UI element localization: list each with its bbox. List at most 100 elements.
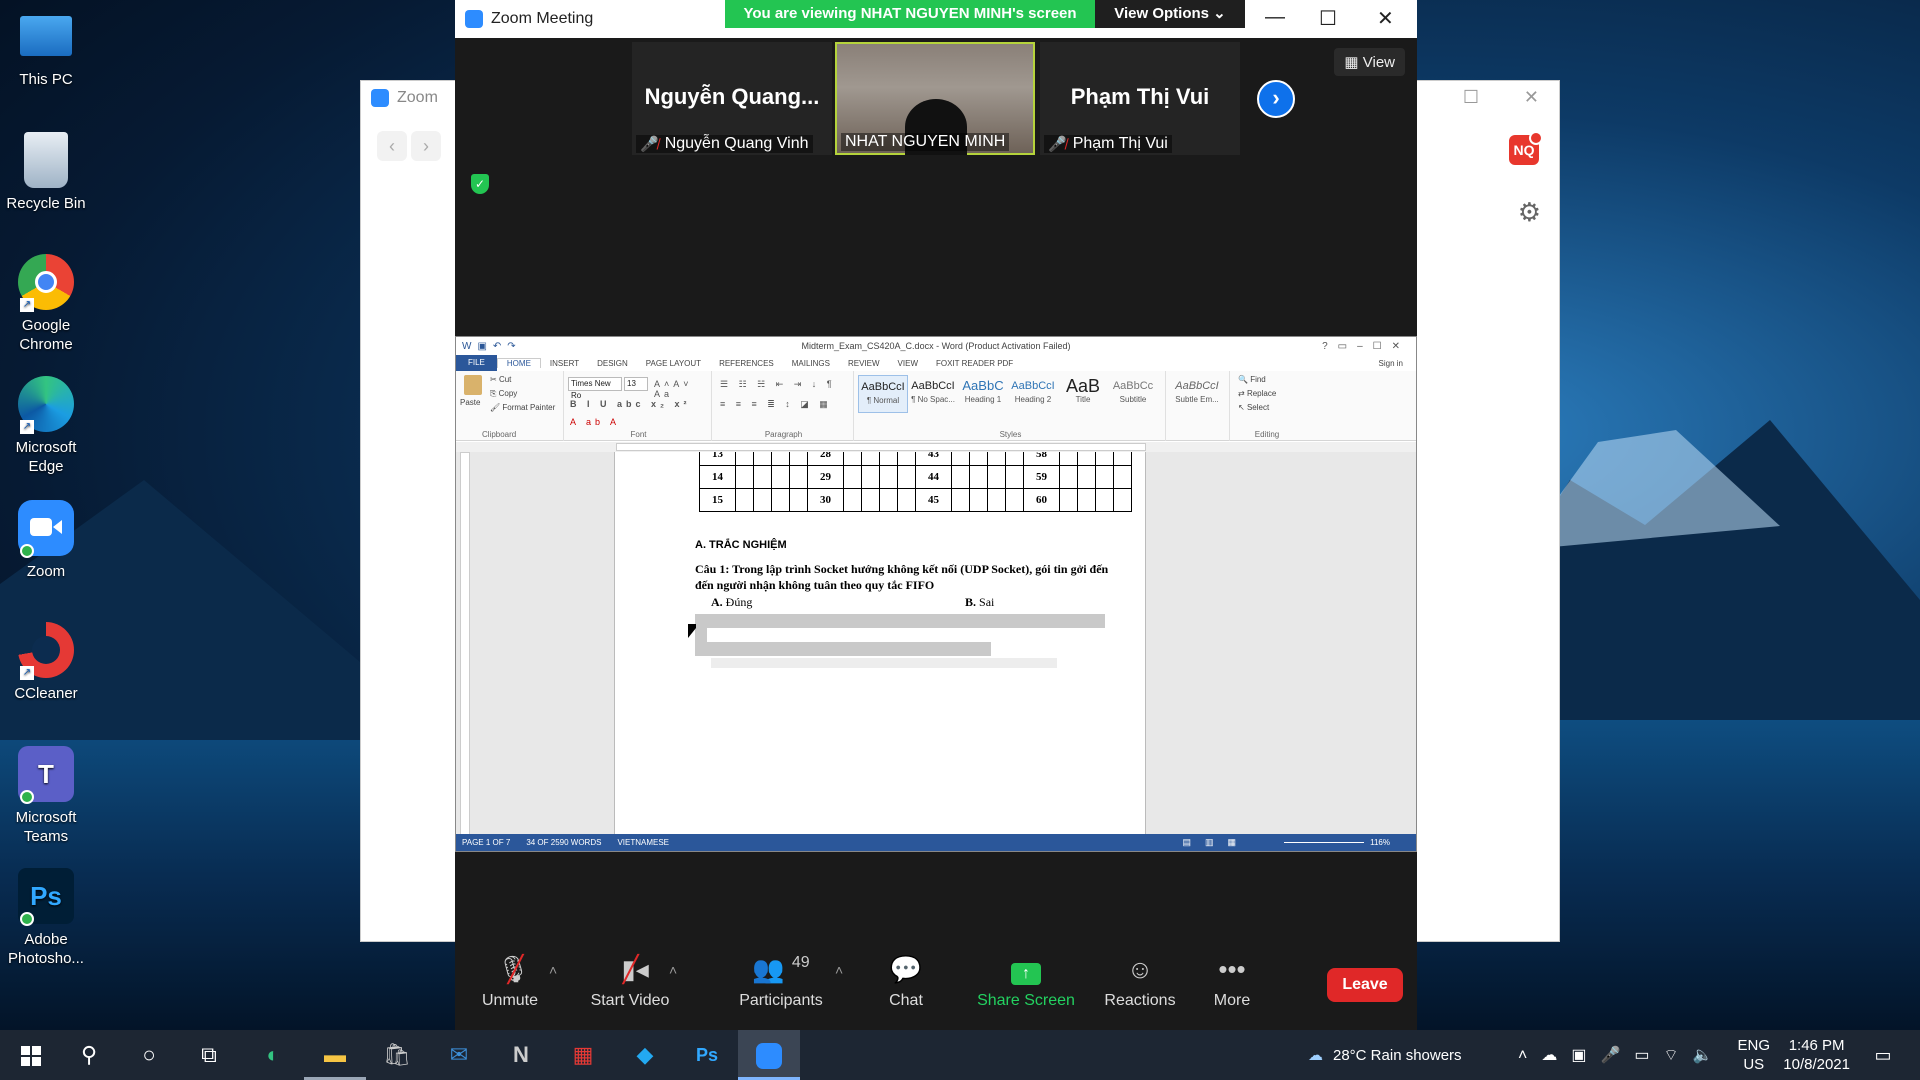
taskbar-ccleaner-icon[interactable]: ▦ [552, 1030, 614, 1080]
participant-tile[interactable]: Phạm Thị Vui 🎤̸ Phạm Thị Vui [1040, 42, 1240, 155]
search-icon[interactable]: ⚲ [58, 1030, 120, 1080]
desktop-icon-this-pc[interactable]: This PC [6, 10, 86, 89]
windows-logo-icon [21, 1046, 41, 1067]
avatar[interactable]: NQ [1509, 131, 1543, 165]
desktop-icon-zoom[interactable]: Zoom [6, 500, 86, 581]
font-size-select[interactable]: 13 [624, 377, 648, 391]
chat-button[interactable]: 💬 Chat [871, 940, 941, 1030]
desktop-icon-recycle-bin[interactable]: Recycle Bin [6, 132, 86, 213]
system-tray-icons[interactable]: ˄☁▣🎤▭⌔🔈 [1518, 1030, 1726, 1080]
input-language[interactable]: ENG US [1737, 1036, 1770, 1074]
question-1: Câu 1: Trong lập trình Socket hướng khôn… [695, 562, 1109, 592]
participant-tile-active[interactable]: NHAT NGUYEN MINH [835, 42, 1035, 155]
tab-file[interactable]: FILE [456, 355, 497, 371]
clock[interactable]: 1:46 PM 10/8/2021 [1783, 1036, 1850, 1074]
tab-review[interactable]: REVIEW [839, 359, 889, 368]
taskbar-zoom-icon[interactable] [738, 1030, 800, 1080]
replace-button[interactable]: ⇄ Replace [1238, 389, 1276, 398]
find-button[interactable]: 🔍 Find [1238, 375, 1266, 384]
style-title[interactable]: AaB Title [1058, 375, 1108, 413]
tab-page-layout[interactable]: PAGE LAYOUT [637, 359, 710, 368]
desktop-icon-microsoft-edge[interactable]: ↗ Microsoft Edge [6, 376, 86, 476]
style-no-spacing[interactable]: AaBbCcI ¶ No Spac... [908, 375, 958, 413]
minimize-button[interactable]: — [1265, 6, 1285, 29]
participant-name-label: 🎤̸ Phạm Thị Vui [1044, 135, 1172, 153]
close-button[interactable]: ✕ [1377, 6, 1394, 31]
mouse-cursor-icon [688, 624, 696, 638]
meeting-title: Zoom Meeting [491, 10, 594, 27]
maximize-button[interactable]: ☐ [1319, 6, 1337, 31]
tab-insert[interactable]: INSERT [541, 359, 588, 368]
ribbon: Paste ✂ Cut ⎘ Copy 🖌 Format Painter Clip… [456, 371, 1416, 441]
notification-center-icon[interactable]: ▭ [1852, 1030, 1914, 1080]
tab-design[interactable]: DESIGN [588, 359, 637, 368]
participants-options-chevron-icon[interactable]: ˄ [835, 962, 843, 978]
desktop-icon-microsoft-teams[interactable]: T Microsoft Teams [6, 746, 86, 846]
forward-button[interactable]: › [411, 131, 441, 161]
font-name-select[interactable]: Times New Ro [568, 377, 622, 400]
tab-home[interactable]: HOME [496, 358, 541, 368]
reactions-button[interactable]: ☺ Reactions [1095, 940, 1185, 1030]
leave-button[interactable]: Leave [1327, 968, 1403, 1002]
taskbar-photoshop-icon[interactable]: Ps [676, 1030, 738, 1080]
style-heading-1[interactable]: AaBbC Heading 1 [958, 375, 1008, 413]
alignment-buttons[interactable]: ≡ ≡ ≡ ≣ ↕ ◪ ▦ [720, 399, 832, 410]
paste-button[interactable]: Paste [460, 398, 480, 407]
format-painter-button[interactable]: 🖌 Format Painter [490, 403, 555, 412]
tab-foxit-reader-pdf[interactable]: FOXIT READER PDF [927, 359, 1022, 368]
sign-in-link[interactable]: Sign in [1370, 359, 1412, 368]
style-subtitle[interactable]: AaBbCc Subtitle [1108, 375, 1158, 413]
task-view-icon[interactable]: ⧉ [178, 1030, 240, 1080]
participants-icon: 👥 49 [752, 954, 810, 984]
style-heading-2[interactable]: AaBbCcI Heading 2 [1008, 375, 1058, 413]
tab-mailings[interactable]: MAILINGS [783, 359, 839, 368]
tab-references[interactable]: REFERENCES [710, 359, 783, 368]
maximize-button[interactable]: ☐ [1463, 87, 1479, 108]
participant-tile[interactable]: Nguyễn Quang... 🎤̸ Nguyễn Quang Vinh [632, 42, 832, 155]
view-button[interactable]: ▦ View [1334, 48, 1405, 76]
participants-button[interactable]: 👥 49 Participants [731, 940, 831, 1030]
taskbar-file-explorer-icon[interactable]: ▬ [304, 1030, 366, 1080]
share-screen-button[interactable]: ↑ Share Screen [972, 940, 1080, 1030]
font-format-buttons[interactable]: A˄A˅ Aa [654, 379, 711, 399]
start-button[interactable] [0, 1030, 62, 1080]
document-area: 13 28 43 58 14 29 44 59 15 30 45 60 A. T… [456, 452, 1416, 836]
next-page-arrow-icon[interactable]: › [1257, 80, 1295, 118]
video-options-chevron-icon[interactable]: ˄ [669, 962, 677, 978]
taskbar-notion-icon[interactable]: N [490, 1030, 552, 1080]
view-options-button[interactable]: View Options ⌄ [1095, 0, 1245, 28]
more-button[interactable]: ••• More [1197, 940, 1267, 1030]
gear-icon[interactable]: ⚙ [1518, 197, 1541, 228]
text-effect-buttons[interactable]: A ab A [570, 417, 620, 427]
taskbar-store-icon[interactable]: 🛍 [366, 1030, 428, 1080]
grid-icon: ▦ [1344, 54, 1359, 71]
desktop-icon-ccleaner[interactable]: ↗ CCleaner [6, 622, 86, 703]
cut-button[interactable]: ✂ Cut [490, 375, 511, 384]
paste-icon[interactable] [464, 375, 482, 395]
close-button[interactable]: ✕ [1524, 87, 1539, 108]
start-video-button[interactable]: ▮◂╱ Start Video [585, 940, 675, 1030]
list-buttons[interactable]: ☰ ☷ ☵ ⇤ ⇥ ↓ ¶ [720, 379, 836, 390]
weather-widget[interactable]: ☁ 28°C Rain showers [1308, 1030, 1462, 1080]
bold-italic-underline-buttons[interactable]: B I U abc x₂ x² [570, 399, 691, 409]
tab-view[interactable]: VIEW [889, 359, 927, 368]
security-shield-icon[interactable]: ✓ [471, 174, 489, 194]
back-button[interactable]: ‹ [377, 131, 407, 161]
cortana-icon[interactable]: ○ [118, 1030, 180, 1080]
style-normal[interactable]: AaBbCcI ¶ Normal [858, 375, 908, 413]
taskbar-edge-icon[interactable]: ◐ [242, 1030, 304, 1080]
copy-button[interactable]: ⎘ Copy [490, 389, 517, 399]
taskbar-mail-icon[interactable]: ✉ [428, 1030, 490, 1080]
desktop-icon-google-chrome[interactable]: ↗ Google Chrome [6, 254, 86, 354]
unmute-button[interactable]: 🎙╱ Unmute [475, 940, 545, 1030]
desktop-icon-adobe-photoshop[interactable]: Ps Adobe Photosho... [6, 868, 86, 968]
select-button[interactable]: ↖ Select [1238, 403, 1269, 412]
style-subtle-emphasis[interactable]: AaBbCcI Subtle Em... [1172, 375, 1222, 413]
view-mode-icons[interactable]: ▤▥▦ [1182, 837, 1250, 848]
participant-big-name: Phạm Thị Vui [1070, 84, 1210, 109]
taskbar-vscode-icon[interactable]: ◆ [614, 1030, 676, 1080]
unmute-options-chevron-icon[interactable]: ˄ [549, 962, 557, 978]
zoom-slider[interactable] [1284, 842, 1364, 843]
page-count: PAGE 1 OF 7 [462, 838, 511, 847]
chat-icon: 💬 [889, 954, 923, 984]
